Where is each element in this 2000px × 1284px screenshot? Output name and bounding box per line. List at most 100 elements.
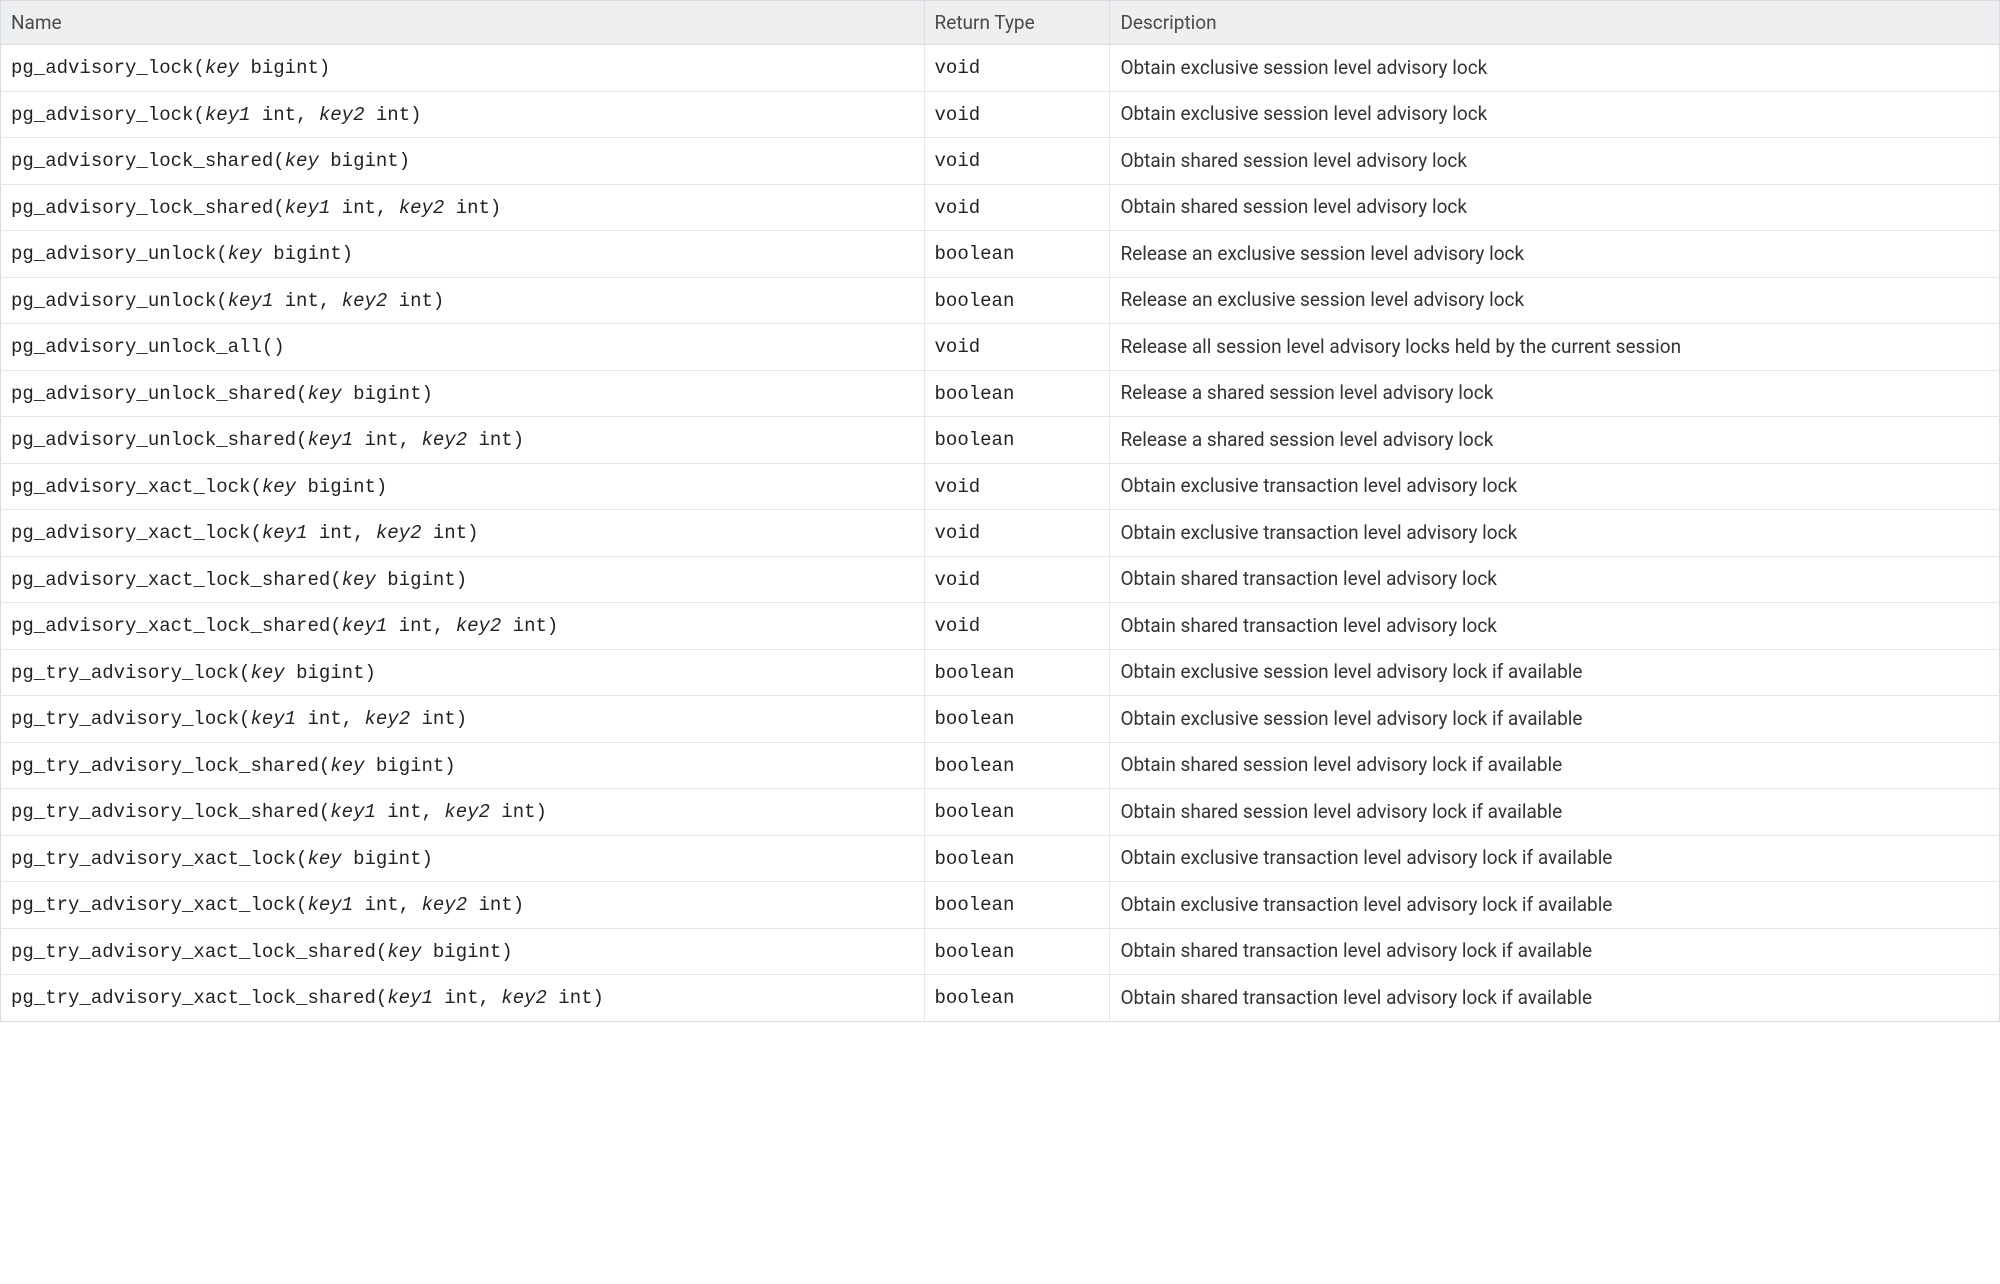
signature-code: pg_advisory_xact_lock(key bigint) — [11, 476, 387, 498]
signature-code: pg_advisory_unlock(key bigint) — [11, 243, 353, 265]
return-type: boolean — [924, 789, 1110, 836]
param-name: key1 — [262, 522, 308, 544]
param-name: key2 — [342, 290, 388, 312]
signature-code: pg_advisory_unlock_shared(key1 int, key2… — [11, 429, 524, 451]
return-type: boolean — [924, 649, 1110, 696]
param-name: key1 — [250, 708, 296, 730]
function-signature: pg_try_advisory_lock_shared(key1 int, ke… — [1, 789, 925, 836]
param-name: key2 — [399, 197, 445, 219]
return-type: boolean — [924, 370, 1110, 417]
return-type: boolean — [924, 277, 1110, 324]
signature-code: pg_advisory_unlock_shared(key bigint) — [11, 383, 433, 405]
signature-code: pg_advisory_unlock(key1 int, key2 int) — [11, 290, 444, 312]
table-row: pg_try_advisory_lock(key bigint) boolean O… — [1, 649, 2000, 696]
return-type-code: boolean — [935, 755, 1015, 777]
param-name: key1 — [307, 894, 353, 916]
signature-code: pg_advisory_xact_lock_shared(key1 int, k… — [11, 615, 558, 637]
signature-code: pg_advisory_lock(key1 int, key2 int) — [11, 104, 422, 126]
description: Obtain shared transaction level advisory… — [1110, 928, 2000, 975]
signature-code: pg_try_advisory_lock(key1 int, key2 int) — [11, 708, 467, 730]
return-type: void — [924, 91, 1110, 138]
function-signature: pg_try_advisory_lock_shared(key bigint) — [1, 742, 925, 789]
return-type-code: boolean — [935, 662, 1015, 684]
function-signature: pg_advisory_unlock_shared(key bigint) — [1, 370, 925, 417]
return-type: boolean — [924, 231, 1110, 278]
param-name: key1 — [228, 290, 274, 312]
return-type: void — [924, 45, 1110, 92]
function-signature: pg_advisory_lock(key1 int, key2 int) — [1, 91, 925, 138]
return-type: boolean — [924, 696, 1110, 743]
param-name: key2 — [444, 801, 490, 823]
table-row: pg_advisory_xact_lock(key bigint)voidObt… — [1, 463, 2000, 510]
function-signature: pg_advisory_unlock(key1 int, key2 int) — [1, 277, 925, 324]
function-signature: pg_try_advisory_lock(key bigint) — [1, 649, 925, 696]
return-type-code: boolean — [935, 429, 1015, 451]
table-row: pg_try_advisory_xact_lock(key bigint)boo… — [1, 835, 2000, 882]
return-type: boolean — [924, 742, 1110, 789]
return-type: void — [924, 556, 1110, 603]
signature-code: pg_advisory_xact_lock_shared(key bigint) — [11, 569, 467, 591]
return-type: boolean — [924, 882, 1110, 929]
return-type: void — [924, 138, 1110, 185]
return-type-code: boolean — [935, 708, 1015, 730]
description: Obtain exclusive transaction level advis… — [1110, 882, 2000, 929]
signature-code: pg_try_advisory_xact_lock_shared(key big… — [11, 941, 513, 963]
table-row: pg_advisory_unlock_shared(key1 int, key2… — [1, 417, 2000, 464]
return-type-code: void — [935, 150, 981, 172]
signature-code: pg_advisory_lock_shared(key1 int, key2 i… — [11, 197, 501, 219]
table-row: pg_advisory_xact_lock(key1 int, key2 int… — [1, 510, 2000, 557]
description: Obtain exclusive session level advisory … — [1110, 696, 2000, 743]
function-signature: pg_advisory_xact_lock(key1 int, key2 int… — [1, 510, 925, 557]
table-row: pg_try_advisory_xact_lock_shared(key1 in… — [1, 975, 2000, 1022]
return-type-code: boolean — [935, 243, 1015, 265]
return-type-code: boolean — [935, 383, 1015, 405]
table-row: pg_try_advisory_lock(key1 int, key2 int)… — [1, 696, 2000, 743]
description: Obtain shared session level advisory loc… — [1110, 138, 2000, 185]
function-signature: pg_advisory_xact_lock_shared(key bigint) — [1, 556, 925, 603]
signature-code: pg_advisory_xact_lock(key1 int, key2 int… — [11, 522, 479, 544]
param-name: key2 — [376, 522, 422, 544]
param-name: key — [205, 57, 239, 79]
description: Obtain shared session level advisory loc… — [1110, 789, 2000, 836]
table-row: pg_advisory_lock(key1 int, key2 int) void… — [1, 91, 2000, 138]
table-row: pg_advisory_xact_lock_shared(key1 int, k… — [1, 603, 2000, 650]
table-row: pg_advisory_unlock_shared(key bigint) boo… — [1, 370, 2000, 417]
signature-code: pg_try_advisory_xact_lock_shared(key1 in… — [11, 987, 604, 1009]
return-type: boolean — [924, 835, 1110, 882]
table-row: pg_advisory_unlock(key bigint) boolean Rel… — [1, 231, 2000, 278]
return-type-code: boolean — [935, 848, 1015, 870]
param-name: key1 — [387, 987, 433, 1009]
param-name: key — [285, 150, 319, 172]
functions-table: Name Return Type Description pg_advisory… — [0, 0, 2000, 1022]
param-name: key — [250, 662, 284, 684]
description: Obtain exclusive session level advisory … — [1110, 91, 2000, 138]
description: Obtain shared transaction level advisory… — [1110, 603, 2000, 650]
table-row: pg_advisory_xact_lock_shared(key bigint)… — [1, 556, 2000, 603]
return-type-code: void — [935, 197, 981, 219]
param-name: key — [228, 243, 262, 265]
param-name: key — [307, 848, 341, 870]
function-signature: pg_advisory_xact_lock(key bigint) — [1, 463, 925, 510]
function-signature: pg_advisory_unlock_shared(key1 int, key2… — [1, 417, 925, 464]
param-name: key1 — [342, 615, 388, 637]
function-signature: pg_advisory_lock(key bigint) — [1, 45, 925, 92]
table-row: pg_advisory_lock(key bigint)voidObtain e… — [1, 45, 2000, 92]
param-name: key1 — [205, 104, 251, 126]
param-name: key — [262, 476, 296, 498]
return-type: void — [924, 603, 1110, 650]
param-name: key1 — [330, 801, 376, 823]
function-signature: pg_advisory_lock_shared(key1 int, key2 i… — [1, 184, 925, 231]
return-type: void — [924, 510, 1110, 557]
description: Release all session level advisory locks… — [1110, 324, 2000, 371]
function-signature: pg_advisory_lock_shared(key bigint) — [1, 138, 925, 185]
description: Release an exclusive session level advis… — [1110, 231, 2000, 278]
description: Obtain shared session level advisory loc… — [1110, 742, 2000, 789]
description: Obtain exclusive session level advisory … — [1110, 45, 2000, 92]
description: Obtain exclusive session level advisory … — [1110, 649, 2000, 696]
table-row: pg_try_advisory_xact_lock(key1 int, key2… — [1, 882, 2000, 929]
return-type-code: boolean — [935, 987, 1015, 1009]
function-signature: pg_advisory_xact_lock_shared(key1 int, k… — [1, 603, 925, 650]
header-return-type: Return Type — [924, 1, 1110, 45]
param-name: key — [330, 755, 364, 777]
description: Obtain exclusive transaction level advis… — [1110, 835, 2000, 882]
